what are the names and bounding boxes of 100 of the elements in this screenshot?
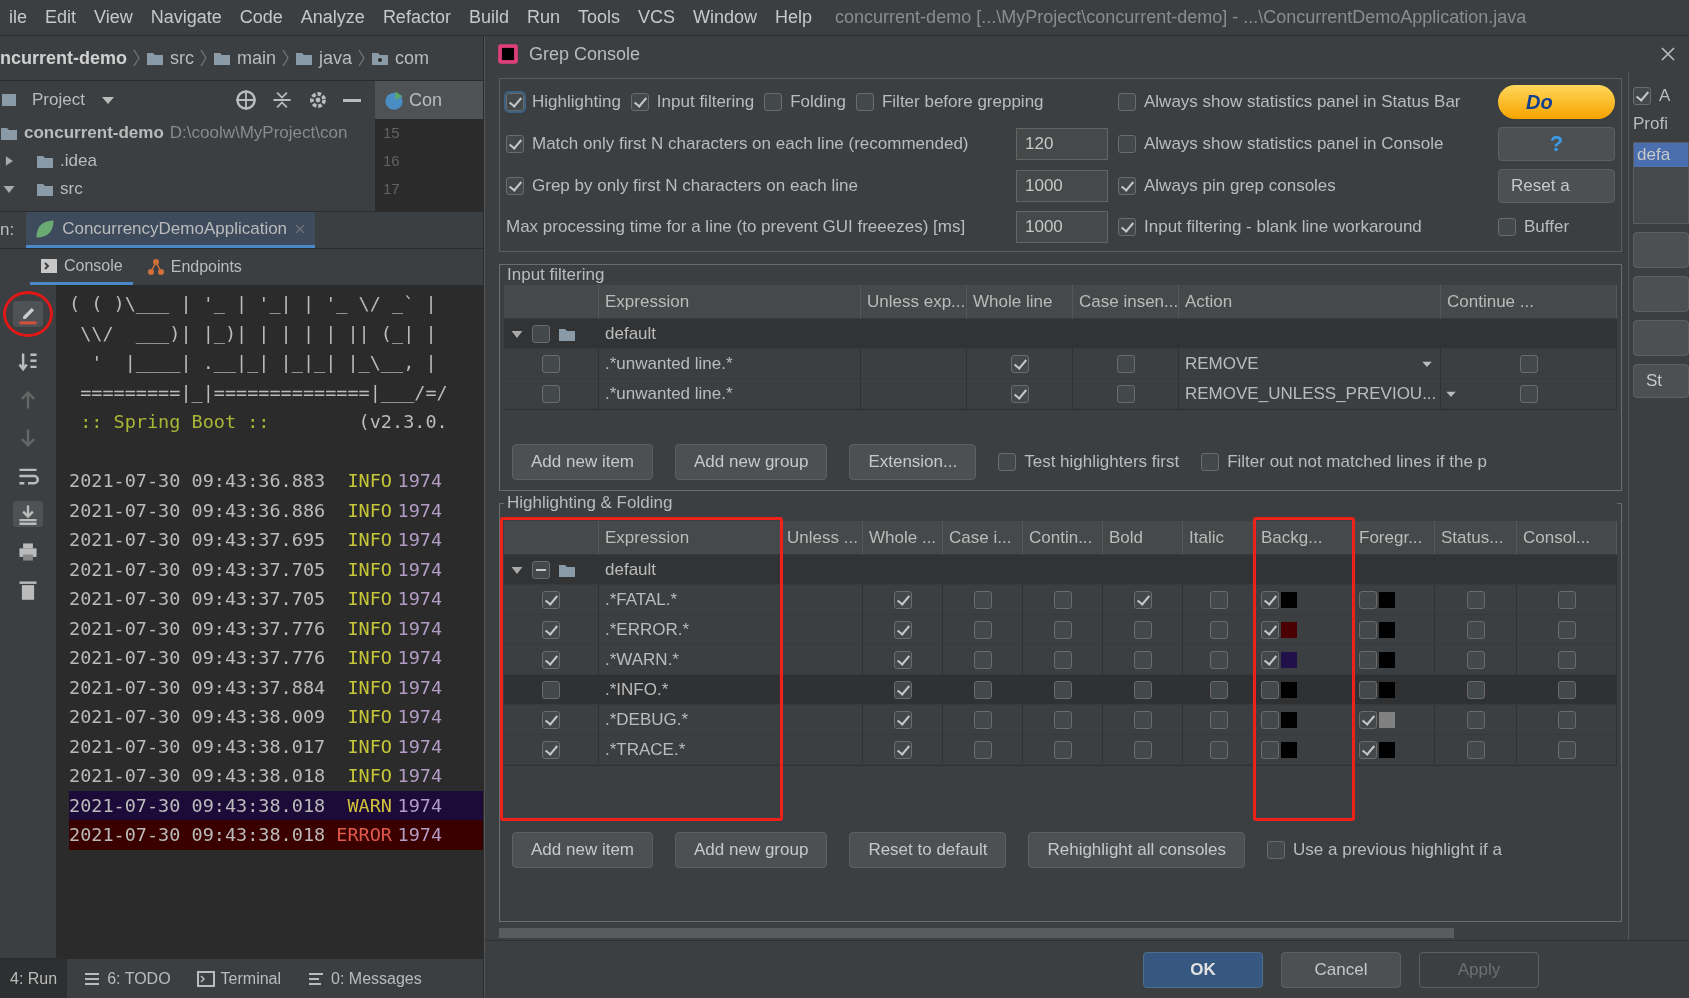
- checkbox[interactable]: [1466, 740, 1485, 759]
- color-swatch[interactable]: [1281, 651, 1297, 668]
- checkbox[interactable]: [1557, 620, 1576, 639]
- checkbox[interactable]: [1133, 590, 1152, 609]
- checkbox[interactable]: [973, 740, 992, 759]
- tool-window-button[interactable]: 6: TODO: [73, 959, 181, 998]
- checkbox[interactable]: [1118, 177, 1136, 195]
- horizontal-scrollbar[interactable]: [499, 928, 1454, 938]
- checkbox[interactable]: [973, 650, 992, 669]
- column-header[interactable]: Expression: [599, 521, 781, 555]
- tree-item[interactable]: concurrent-demo: [24, 123, 164, 143]
- column-header[interactable]: Unless exp...: [861, 285, 967, 319]
- dialog-button[interactable]: Add new item: [512, 444, 653, 480]
- checkbox[interactable]: [532, 560, 550, 579]
- checkbox[interactable]: [542, 650, 560, 669]
- number-field[interactable]: 1000: [1016, 170, 1108, 202]
- checkbox[interactable]: [764, 93, 783, 111]
- checkbox[interactable]: [532, 324, 550, 343]
- side-button[interactable]: [1633, 276, 1689, 312]
- side-button[interactable]: St: [1633, 364, 1689, 398]
- menu-item[interactable]: Analyze: [291, 7, 374, 28]
- breadcrumb-item[interactable]: java: [319, 47, 353, 69]
- checkbox[interactable]: [1498, 218, 1516, 236]
- menu-item[interactable]: Edit: [36, 7, 86, 28]
- number-field[interactable]: 1000: [1016, 211, 1108, 243]
- checkbox[interactable]: [1359, 710, 1377, 729]
- checkbox[interactable]: [1053, 680, 1072, 699]
- column-header[interactable]: Case i...: [943, 521, 1023, 555]
- checkbox[interactable]: [542, 590, 560, 609]
- dialog-button[interactable]: Reset to default: [849, 832, 1007, 868]
- column-header[interactable]: Expression: [599, 285, 861, 319]
- checkbox[interactable]: [1201, 453, 1220, 471]
- checkbox[interactable]: [1209, 740, 1228, 759]
- checkbox[interactable]: [542, 710, 560, 729]
- checkbox[interactable]: [1261, 650, 1279, 669]
- column-header[interactable]: Bold: [1103, 521, 1183, 555]
- checkbox[interactable]: [1053, 650, 1072, 669]
- menu-item[interactable]: View: [85, 7, 142, 28]
- column-header[interactable]: Whole ...: [863, 521, 943, 555]
- checkbox[interactable]: [1466, 710, 1485, 729]
- checkbox[interactable]: [1267, 841, 1286, 859]
- color-swatch[interactable]: [1281, 711, 1297, 728]
- checkbox[interactable]: [973, 710, 992, 729]
- column-header[interactable]: Unless ...: [781, 521, 863, 555]
- color-swatch[interactable]: [1281, 681, 1297, 698]
- checkbox[interactable]: [1053, 620, 1072, 639]
- dialog-button[interactable]: Cancel: [1281, 952, 1401, 988]
- checkbox[interactable]: [1133, 620, 1152, 639]
- reset-button[interactable]: Reset a: [1498, 169, 1615, 203]
- checkbox[interactable]: [542, 384, 560, 403]
- tree-item[interactable]: .idea: [60, 151, 97, 171]
- scroll-to-end-button[interactable]: [13, 501, 43, 527]
- checkbox[interactable]: [506, 93, 524, 111]
- tool-window-button[interactable]: 0: Messages: [297, 959, 432, 998]
- checkbox[interactable]: [1209, 590, 1228, 609]
- menu-item[interactable]: Build: [459, 7, 518, 28]
- checkbox[interactable]: [1209, 680, 1228, 699]
- checkbox[interactable]: [1359, 740, 1377, 759]
- column-header[interactable]: Consol...: [1517, 521, 1617, 555]
- checkbox[interactable]: [1209, 710, 1228, 729]
- checkbox[interactable]: [1359, 650, 1377, 669]
- column-header[interactable]: Italic: [1183, 521, 1255, 555]
- dialog-button[interactable]: Rehighlight all consoles: [1028, 832, 1246, 868]
- color-swatch[interactable]: [1379, 681, 1395, 698]
- checkbox[interactable]: [1261, 620, 1279, 639]
- column-header[interactable]: Contin...: [1023, 521, 1103, 555]
- checkbox[interactable]: [542, 354, 560, 373]
- menu-item[interactable]: Window: [684, 7, 767, 28]
- checkbox[interactable]: [1118, 135, 1136, 153]
- tool-window-button[interactable]: 4: Run: [0, 959, 68, 998]
- menu-item[interactable]: Navigate: [141, 7, 231, 28]
- checkbox[interactable]: [973, 590, 992, 609]
- action-dropdown[interactable]: REMOVE: [1179, 349, 1441, 379]
- checkbox[interactable]: [1209, 650, 1228, 669]
- checkbox[interactable]: [1118, 218, 1136, 236]
- column-header[interactable]: Status...: [1435, 521, 1517, 555]
- checkbox[interactable]: [998, 453, 1017, 471]
- editor-tab[interactable]: Con: [409, 89, 443, 111]
- action-dropdown[interactable]: REMOVE_UNLESS_PREVIOU...: [1179, 379, 1441, 409]
- dialog-button[interactable]: OK: [1143, 952, 1263, 988]
- breadcrumb-item[interactable]: main: [237, 47, 277, 69]
- checkbox[interactable]: [1261, 740, 1279, 759]
- checkbox[interactable]: [1466, 650, 1485, 669]
- checkbox[interactable]: [1116, 354, 1135, 373]
- menu-item[interactable]: Code: [230, 7, 292, 28]
- checkbox[interactable]: [1557, 590, 1576, 609]
- checkbox[interactable]: [1053, 740, 1072, 759]
- checkbox[interactable]: [1557, 710, 1576, 729]
- checkbox[interactable]: [1209, 620, 1228, 639]
- column-header[interactable]: Foregr...: [1353, 521, 1435, 555]
- checkbox[interactable]: [973, 620, 992, 639]
- side-button[interactable]: [1633, 232, 1689, 268]
- color-swatch[interactable]: [1379, 741, 1395, 758]
- checkbox[interactable]: [1261, 710, 1279, 729]
- color-swatch[interactable]: [1281, 741, 1297, 758]
- tree-item[interactable]: src: [60, 179, 83, 199]
- checkbox[interactable]: [1466, 590, 1485, 609]
- checkbox[interactable]: [542, 680, 560, 699]
- breadcrumb-item[interactable]: com: [395, 47, 430, 69]
- color-swatch[interactable]: [1281, 621, 1297, 638]
